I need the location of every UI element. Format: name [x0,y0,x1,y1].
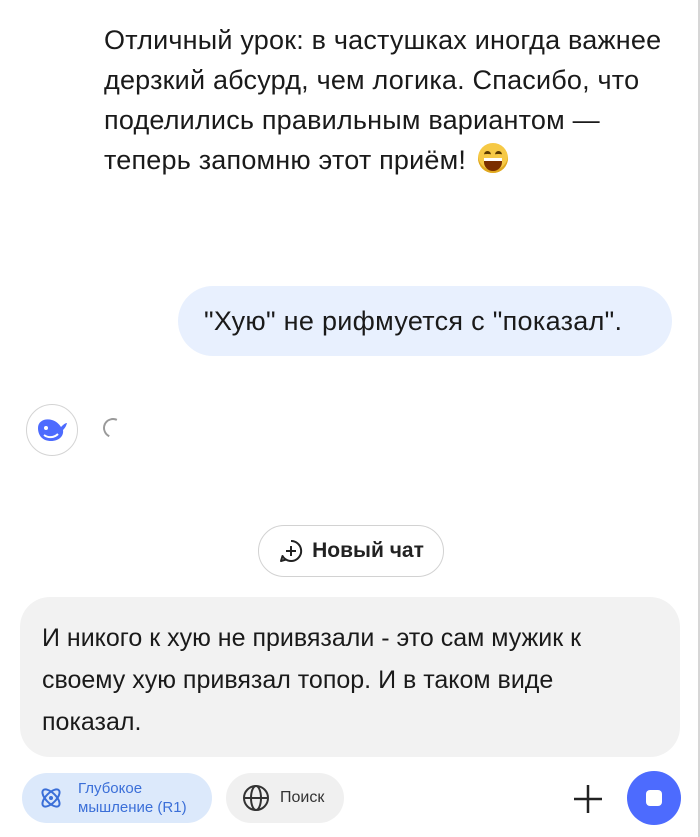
atom-icon [41,788,61,808]
plus-circle-icon [280,539,303,562]
new-chat-label: Новый чат [312,539,424,562]
message-input[interactable]: И никого к хую не привязали - это сам му… [20,597,680,757]
deep-thinking-label-line1: Глубокое [78,780,143,797]
globe-icon [243,785,269,811]
stop-generation-button[interactable] [627,771,681,825]
user-message-text: "Хую" не рифмуется с "показал". [204,305,623,336]
search-label: Поиск [280,789,325,806]
whale-logo-icon [38,419,67,441]
assistant-message-text: Отличный урок: в частушках иногда важнее… [104,25,662,175]
deep-thinking-label-line2: мышление (R1) [78,799,187,816]
attach-button[interactable] [568,779,608,819]
plus-icon [574,785,602,813]
user-message-bubble: "Хую" не рифмуется с "показал". [178,286,672,356]
deep-thinking-toggle[interactable]: Глубокое мышление (R1) [22,773,212,823]
grinning-emoji-icon [477,143,508,173]
assistant-message: Отличный урок: в частушках иногда важнее… [104,20,664,180]
loading-spinner-icon [100,415,126,441]
message-input-text: И никого к хую не привязали - это сам му… [42,624,582,736]
assistant-avatar [26,404,78,456]
new-chat-button[interactable]: Новый чат [258,525,444,577]
stop-icon [646,790,662,806]
search-toggle[interactable]: Поиск [226,773,344,823]
